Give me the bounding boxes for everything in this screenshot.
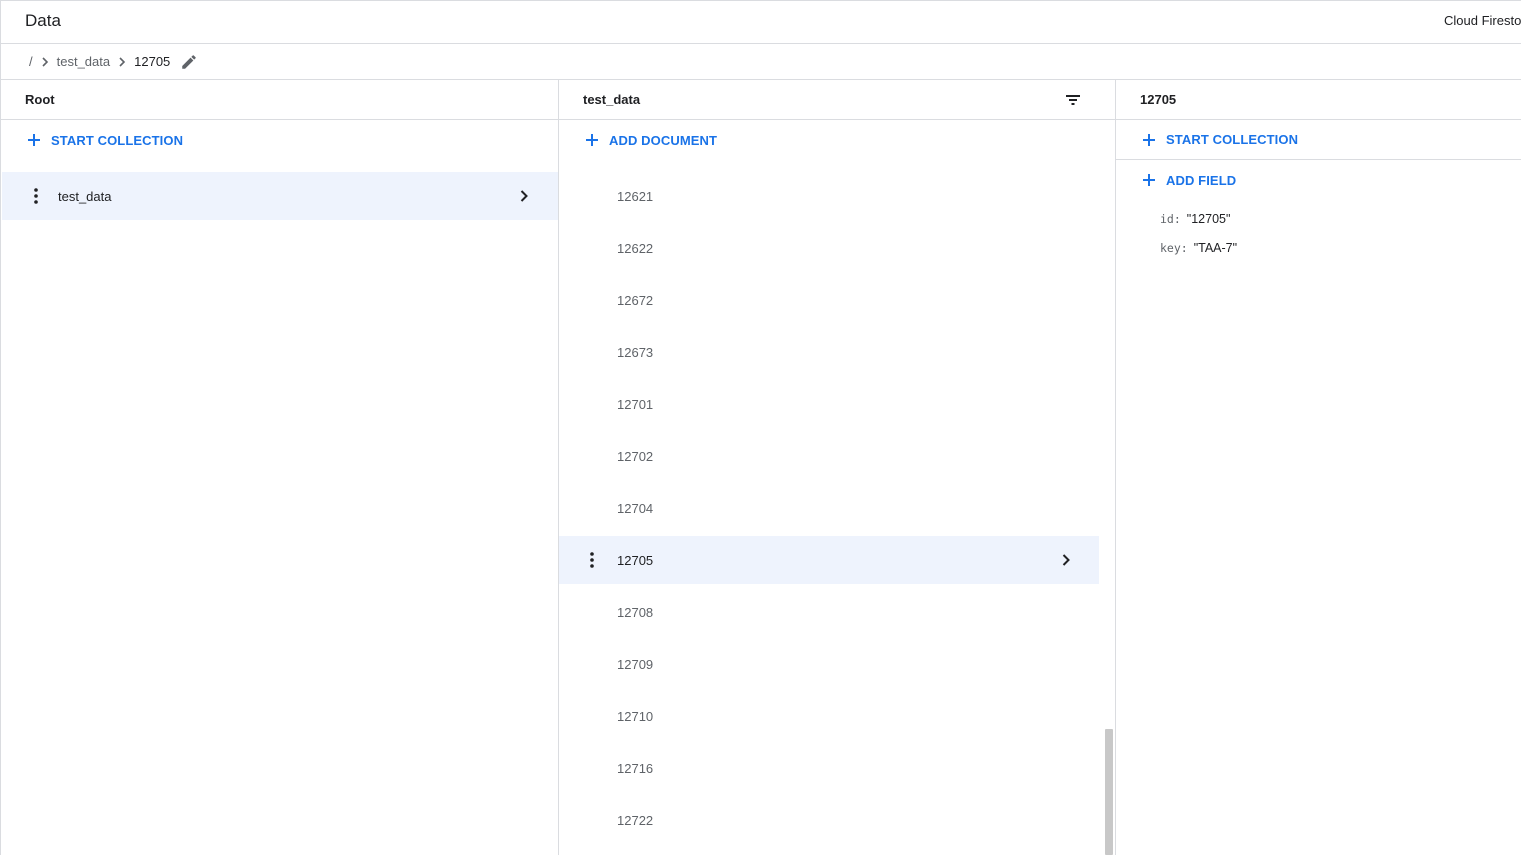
document-item[interactable]: 12622 [559,224,1099,272]
collection-item-label: test_data [58,188,112,204]
add-document-button[interactable]: ADD DOCUMENT [559,120,1116,160]
document-item[interactable]: 12621 [559,172,1099,220]
document-panel-header: 12705 [1116,80,1521,120]
breadcrumb-collection[interactable]: test_data [57,54,111,69]
document-id: 12701 [617,396,654,412]
field-row[interactable]: key: "TAA-7" [1160,233,1521,262]
breadcrumb: / test_data 12705 [0,44,1521,80]
document-id: 12621 [617,188,654,204]
top-bar: Data Cloud Firestore [0,0,1521,44]
document-item[interactable]: 12716 [559,744,1099,792]
field-key: id: [1160,211,1181,226]
document-id: 12722 [617,812,654,828]
chevron-right-icon [515,187,533,205]
document-id: 12716 [617,760,654,776]
document-item[interactable]: 12701 [559,380,1099,428]
plus-icon [1140,131,1158,149]
start-collection-button[interactable]: START COLLECTION [1,120,559,160]
field-value: "TAA-7" [1193,240,1238,255]
document-item[interactable]: 12709 [559,640,1099,688]
pencil-icon [182,54,197,69]
document-list: 12620 12621 12622 12672 12673 12701 1270… [559,160,1099,855]
document-item[interactable]: 12702 [559,432,1099,480]
edit-path-button[interactable] [180,53,198,71]
document-id: 12709 [617,656,654,672]
root-panel-header: Root [1,80,559,120]
breadcrumb-root[interactable]: / [29,54,33,69]
start-collection-label: START COLLECTION [51,132,184,148]
add-field-label: ADD FIELD [1166,172,1237,188]
field-list: id: "12705" key: "TAA-7" [1116,200,1521,262]
document-id: 12704 [617,500,654,516]
add-field-button[interactable]: ADD FIELD [1116,160,1521,200]
document-item[interactable]: 12673 [559,328,1099,376]
root-panel-title: Root [25,92,55,107]
chevron-right-icon [1057,551,1075,569]
document-id: 12705 [617,552,654,568]
field-row[interactable]: id: "12705" [1160,204,1521,233]
document-item[interactable]: 12620 [559,160,1099,168]
collection-panel-title: test_data [583,92,641,107]
plus-icon [1140,171,1158,189]
filter-button[interactable] [1064,91,1082,109]
scrollbar-thumb[interactable] [1105,729,1113,855]
collection-panel-header: test_data [559,80,1116,120]
breadcrumb-document[interactable]: 12705 [134,54,170,69]
document-item[interactable]: 12672 [559,276,1099,324]
more-vert-icon[interactable] [580,548,604,572]
plus-icon [25,131,43,149]
document-panel: 12705 START COLLECTION ADD FIELD id: "12… [1115,80,1521,855]
document-item[interactable]: 12710 [559,692,1099,740]
document-id: 12702 [617,448,654,464]
document-id: 12673 [617,344,654,360]
document-item[interactable]: 12708 [559,588,1099,636]
chevron-right-icon [37,54,53,70]
document-panel-title: 12705 [1140,92,1177,107]
more-vert-icon[interactable] [24,184,48,208]
start-subcollection-label: START COLLECTION [1166,132,1299,147]
document-item[interactable]: 12704 [559,484,1099,532]
document-id: 12710 [617,708,654,724]
chevron-right-icon [114,54,130,70]
field-value: "12705" [1186,211,1231,226]
filter-list-icon [1066,95,1080,105]
page-title: Data [25,11,61,30]
document-id: 12708 [617,604,654,620]
root-panel: Root START COLLECTION test_data [0,80,559,855]
product-name: Cloud Firestore [1444,13,1521,28]
document-item[interactable]: 12722 [559,796,1099,844]
field-key: key: [1160,240,1188,255]
collection-panel: test_data ADD DOCUMENT 12620 12621 12622… [558,80,1116,855]
document-item-selected[interactable]: 12705 [559,536,1099,584]
start-subcollection-button[interactable]: START COLLECTION [1116,120,1521,160]
document-id: 12622 [617,240,654,256]
add-document-label: ADD DOCUMENT [609,132,718,148]
firestore-data-page: Data Cloud Firestore / test_data 12705 R… [0,0,1521,855]
collection-item-test-data[interactable]: test_data [2,172,559,220]
plus-icon [583,131,601,149]
document-id: 12672 [617,292,654,308]
